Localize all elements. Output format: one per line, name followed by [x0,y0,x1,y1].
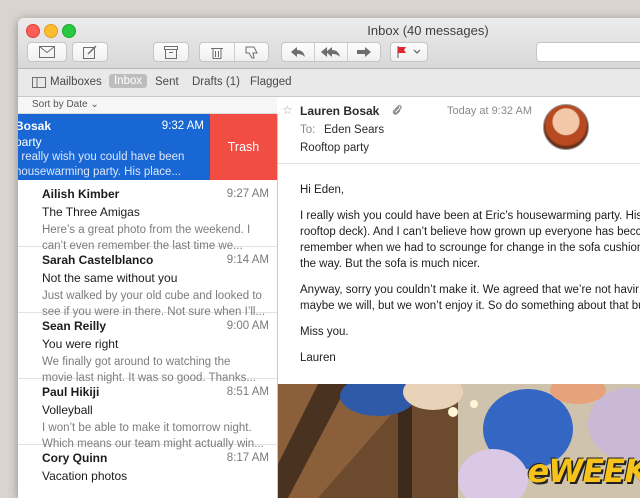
message-time: 8:17 AM [226,452,269,464]
message-preview: I really wish you could have been housewa… [18,151,185,178]
header-recipient: Eden Sears [324,124,385,136]
trash-icon [210,47,223,59]
message-time: 9:27 AM [226,188,269,200]
message-subject: Vacation photos [42,469,128,483]
forward-button[interactable] [348,43,380,61]
delete-button[interactable] [200,43,235,61]
sort-bar: Sort by Date ⌄ [18,97,277,114]
reply-group [281,42,381,62]
chevron-down-icon [413,49,421,54]
search-field[interactable] [536,42,640,62]
favorite-sent[interactable]: Sent [155,76,179,88]
list-item[interactable]: Sean Reilly 9:00 AM You were right We fi… [18,312,277,384]
message-sender: Cory Quinn [42,451,108,465]
attachment-icon [392,104,402,115]
list-item[interactable]: Sarah Castelblanco 9:14 AM Not the same … [18,246,277,318]
body-greeting: Hi Eden, [300,184,345,196]
message-body: Hi Eden, I really wish you could have be… [300,182,640,376]
delete-junk-group [199,42,269,62]
header-to-label: To: [300,124,316,136]
message-time: 8:51 AM [226,386,269,398]
header-subject: Rooftop party [300,142,370,154]
favorite-drafts[interactable]: Drafts (1) [192,76,240,88]
sidebar-icon[interactable] [32,77,46,88]
thumbs-down-icon [245,46,258,58]
list-item[interactable]: Bosak 9:32 AM party I really wish you co… [18,114,277,180]
message-subject: You were right [42,337,119,351]
message-header: ☆ Lauren Bosak Today at 9:32 AM To: Eden… [278,97,640,164]
message-sender: Ailish Kimber [42,187,120,201]
header-date: Today at 9:32 AM [447,105,532,117]
body-paragraph: Anyway, sorry you couldn’t make it. We a… [300,284,640,312]
message-list: Bosak 9:32 AM party I really wish you co… [18,114,278,498]
list-item[interactable]: Cory Quinn 8:17 AM Vacation photos [18,444,277,498]
list-item[interactable]: Paul Hikiji 8:51 AM Volleyball I won’t b… [18,378,277,450]
favorites-bar: Mailboxes Inbox Sent Drafts (1) Flagged [18,69,640,97]
reply-all-button[interactable] [315,43,348,61]
message-sender: Bosak [18,119,52,133]
attached-photo: eWEEK [278,384,640,498]
mail-window: Inbox (40 messages) Mailboxes Inbox Sent… [18,18,640,498]
title-bar: Inbox (40 messages) [18,18,640,69]
envelope-icon [39,46,55,58]
list-item[interactable]: Ailish Kimber 9:27 AM The Three Amigas H… [18,180,277,252]
archive-button[interactable] [153,42,189,62]
get-mail-button[interactable] [27,42,67,62]
archive-icon [164,45,178,59]
star-icon[interactable]: ☆ [282,103,293,117]
avatar [543,104,589,150]
compose-button[interactable] [72,42,108,62]
compose-icon [83,45,97,59]
favorite-flagged[interactable]: Flagged [250,76,292,88]
sort-by-date-menu[interactable]: Sort by Date ⌄ [32,99,99,110]
message-sender: Sean Reilly [42,319,107,333]
message-sender: Sarah Castelblanco [42,253,154,267]
body-signature: Lauren [300,352,336,364]
header-sender: Lauren Bosak [300,104,380,118]
message-subject: party [18,135,42,149]
flag-icon [397,46,406,58]
favorite-mailboxes[interactable]: Mailboxes [50,76,102,88]
watermark-logo: eWEEK [527,452,640,490]
reply-button[interactable] [282,43,315,61]
favorite-inbox[interactable]: Inbox [109,74,148,88]
message-time: 9:32 AM [161,120,204,132]
reply-icon [291,47,305,57]
junk-button[interactable] [235,43,269,61]
body-paragraph: I really wish you could have been at Eri… [300,210,640,270]
reply-all-icon [321,47,340,57]
flag-button[interactable] [390,42,428,62]
message-subject: Volleyball [42,403,93,417]
message-viewer: ☆ Lauren Bosak Today at 9:32 AM To: Eden… [278,97,640,498]
selected-message[interactable]: Bosak 9:32 AM party I really wish you co… [18,114,210,180]
body-closing: Miss you. [300,326,349,338]
message-subject: Not the same without you [42,271,178,285]
forward-icon [357,47,371,57]
message-time: 9:14 AM [226,254,269,266]
window-title: Inbox (40 messages) [367,23,489,38]
message-subject: The Three Amigas [42,205,140,219]
swipe-trash-button[interactable]: Trash [210,114,277,180]
message-time: 9:00 AM [226,320,269,332]
message-sender: Paul Hikiji [42,385,100,399]
